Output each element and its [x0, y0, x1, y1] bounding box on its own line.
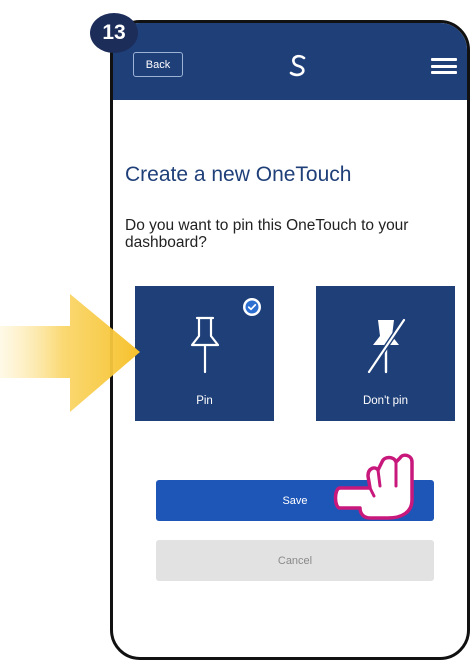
step-number-badge: 13	[90, 13, 138, 53]
cancel-button[interactable]: Cancel	[156, 540, 434, 581]
pin-question: Do you want to pin this OneTouch to your…	[125, 217, 409, 251]
pushpin-icon	[190, 316, 219, 374]
salus-swirl-icon	[289, 54, 306, 77]
pointer-arrow-icon	[0, 294, 140, 412]
pin-option-label: Pin	[196, 395, 213, 407]
dont-pin-option-label: Don't pin	[362, 395, 409, 407]
app-header: Back	[113, 23, 467, 100]
phone-frame: Back Create a new OneTouch Do you want t…	[110, 20, 470, 660]
pin-option[interactable]: Pin	[135, 286, 274, 421]
pointing-hand-icon	[333, 453, 414, 520]
pushpin-crossed-icon	[366, 317, 406, 375]
dont-pin-option[interactable]: Don't pin	[316, 286, 455, 421]
hamburger-menu-icon[interactable]	[431, 58, 457, 74]
page-title: Create a new OneTouch	[125, 163, 352, 186]
back-button[interactable]: Back	[133, 52, 183, 77]
selected-check-icon	[243, 298, 261, 316]
